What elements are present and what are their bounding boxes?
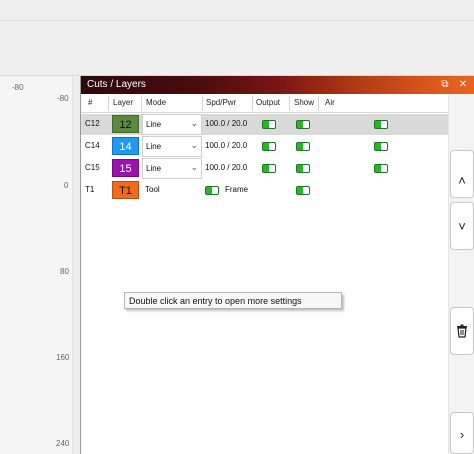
mode-value: Line — [146, 120, 162, 129]
column-header-layer: Layer — [113, 98, 134, 107]
close-icon[interactable]: ✕ — [457, 78, 469, 91]
column-header-air: Air — [325, 98, 335, 107]
ruler-label: -80 — [57, 94, 69, 103]
chevron-down-icon: ˅ — [458, 219, 466, 234]
chevron-down-icon: ⌄ — [190, 118, 198, 128]
show-toggle[interactable] — [296, 164, 310, 173]
row-id: C12 — [85, 119, 100, 128]
column-divider — [289, 96, 290, 111]
move-down-button[interactable]: ˅ — [450, 202, 474, 250]
toolbar-separator — [0, 20, 474, 21]
ruler-strip — [72, 77, 80, 454]
output-toggle[interactable] — [262, 120, 276, 129]
ruler-label: 240 — [56, 439, 70, 448]
layer-row-c14[interactable]: C14 14 Line ⌄ 100.0 / 20.0 — [81, 136, 449, 157]
column-divider — [141, 96, 142, 111]
row-id: C14 — [85, 141, 100, 150]
mode-value: Line — [146, 142, 162, 151]
air-toggle[interactable] — [374, 164, 388, 173]
header-underline — [81, 112, 449, 113]
row-id: T1 — [85, 185, 95, 194]
float-icon[interactable]: ⧉ — [439, 78, 451, 91]
air-toggle[interactable] — [374, 142, 388, 151]
speed-power-value: 100.0 / 20.0 — [205, 141, 248, 150]
air-toggle[interactable] — [374, 120, 388, 129]
panel-header: Cuts / Layers ⧉ ✕ — [81, 76, 474, 94]
panel-title: Cuts / Layers — [87, 79, 146, 90]
show-toggle[interactable] — [296, 120, 310, 129]
chevron-down-icon: ⌄ — [190, 140, 198, 150]
layer-row-c15[interactable]: C15 15 Line ⌄ 100.0 / 20.0 — [81, 158, 449, 179]
column-divider — [108, 96, 109, 111]
next-button[interactable]: › — [450, 412, 474, 454]
cuts-layers-panel: Cuts / Layers ⧉ ✕ # Layer Mode Spd/Pwr O… — [80, 76, 474, 454]
mode-value: Line — [146, 164, 162, 173]
speed-power-value: 100.0 / 20.0 — [205, 163, 248, 172]
output-toggle[interactable] — [262, 142, 276, 151]
column-divider — [252, 96, 253, 111]
row-id: C15 — [85, 163, 100, 172]
layer-color-chip[interactable]: 15 — [112, 159, 139, 177]
output-toggle[interactable] — [262, 164, 276, 173]
side-button-strip — [448, 94, 474, 454]
hint-tooltip: Double click an entry to open more setti… — [124, 292, 342, 309]
mode-dropdown[interactable]: Line ⌄ — [142, 114, 202, 135]
output-toggle[interactable] — [205, 186, 219, 195]
layer-color-chip[interactable]: 14 — [112, 137, 139, 155]
vertical-ruler: -80 -80 0 80 160 240 — [0, 77, 80, 454]
column-header-number: # — [88, 98, 93, 107]
column-divider — [202, 96, 203, 111]
mode-value: Tool — [145, 185, 160, 194]
chevron-down-icon: ⌄ — [190, 162, 198, 172]
column-header-show: Show — [294, 98, 315, 107]
column-header-speed-power: Spd/Pwr — [206, 98, 237, 107]
mode-dropdown[interactable]: Line ⌄ — [142, 136, 202, 157]
show-toggle[interactable] — [296, 142, 310, 151]
ruler-label: 80 — [60, 267, 69, 276]
delete-layer-button[interactable] — [450, 307, 474, 355]
chevron-up-icon: ˄ — [458, 173, 466, 188]
ruler-label: 160 — [56, 353, 70, 362]
speed-power-value: 100.0 / 20.0 — [205, 119, 248, 128]
layer-row-t1[interactable]: T1 T1 Tool Frame — [81, 180, 449, 201]
ruler-label: 0 — [64, 181, 69, 190]
column-header-output: Output — [256, 98, 281, 107]
trash-icon — [457, 324, 467, 338]
frame-label: Frame — [225, 185, 249, 194]
column-header-mode: Mode — [146, 98, 167, 107]
column-divider — [318, 96, 319, 111]
move-up-button[interactable]: ˄ — [450, 150, 474, 198]
ruler-label: -80 — [12, 83, 24, 92]
chevron-right-icon: › — [459, 427, 465, 442]
layer-row-c12[interactable]: C12 12 Line ⌄ 100.0 / 20.0 — [81, 114, 449, 135]
layer-color-chip[interactable]: T1 — [112, 181, 139, 199]
top-toolbar — [0, 0, 474, 76]
layer-color-chip[interactable]: 12 — [112, 115, 139, 133]
show-toggle[interactable] — [296, 186, 310, 195]
mode-dropdown[interactable]: Line ⌄ — [142, 158, 202, 179]
